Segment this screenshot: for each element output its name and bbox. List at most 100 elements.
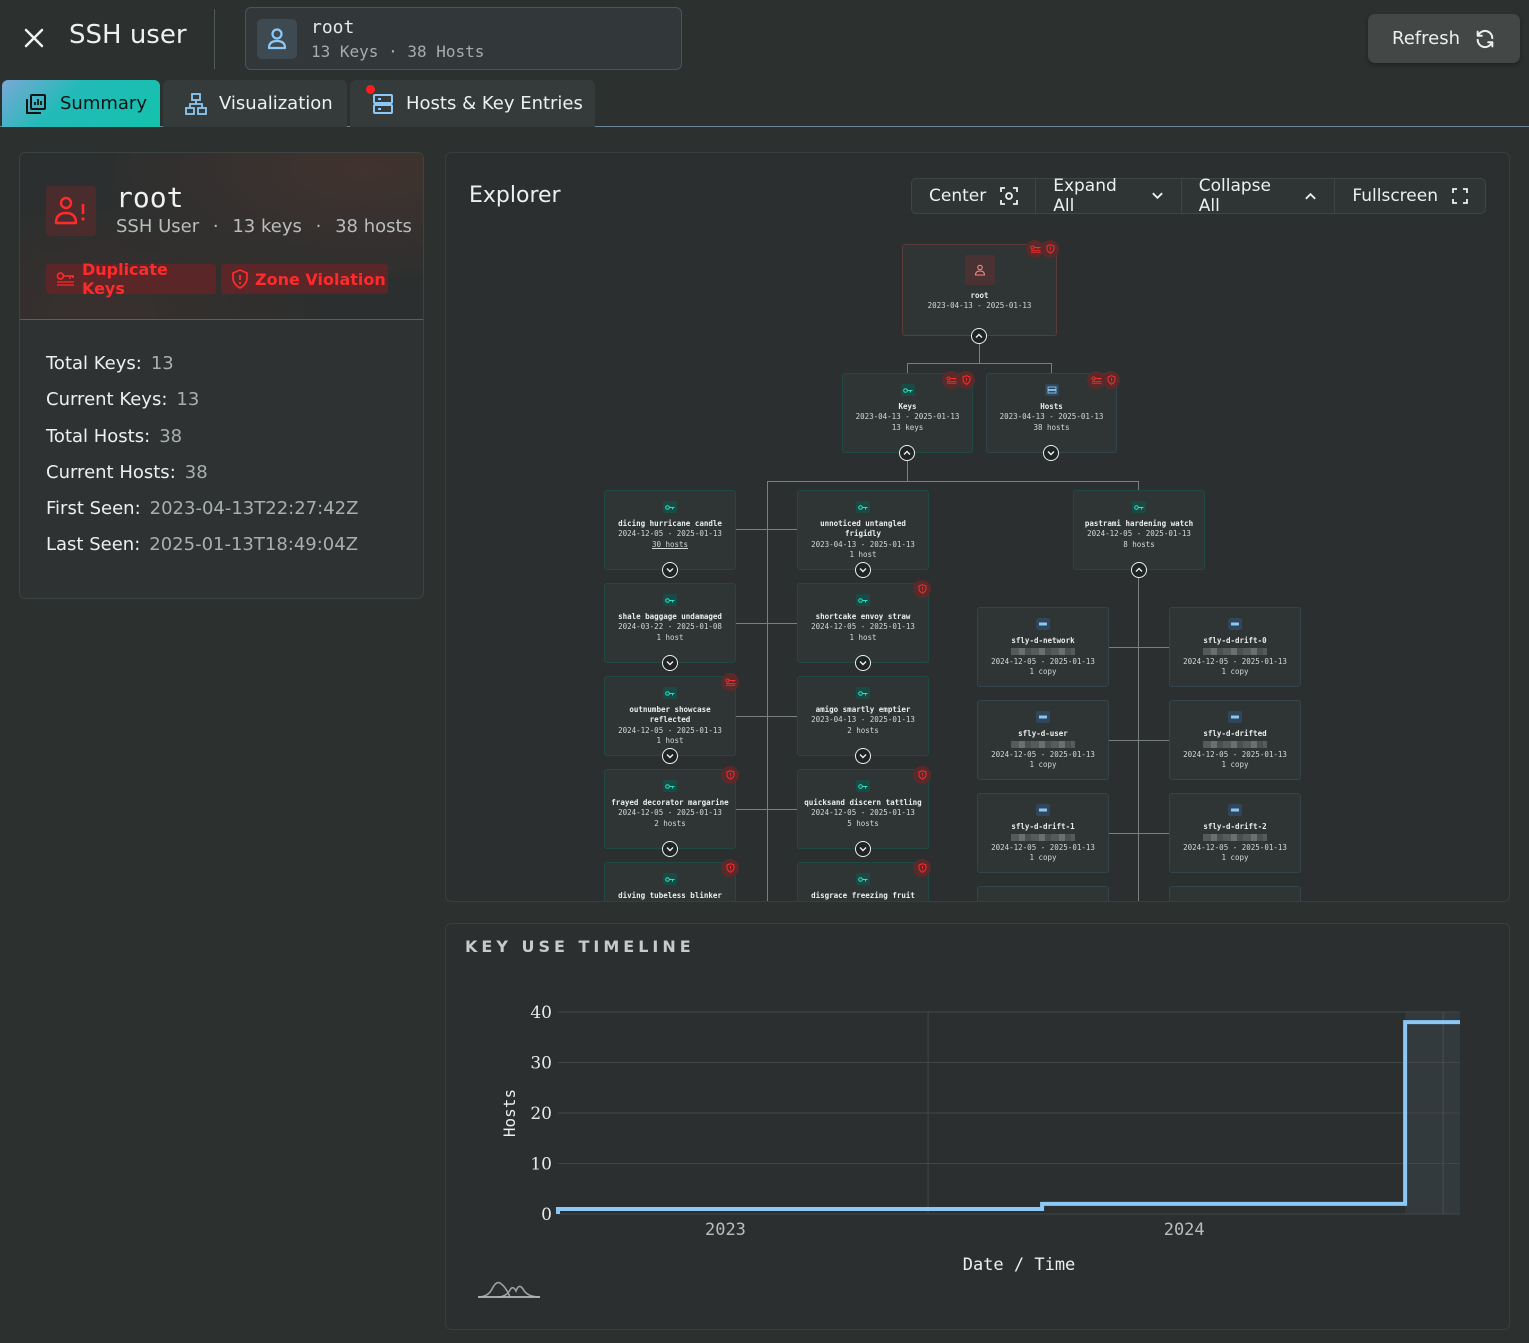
graph-edge — [907, 363, 1052, 364]
node-name: dicing hurricane candle — [618, 519, 722, 528]
expand-node-button[interactable] — [855, 655, 871, 671]
badge-label: Duplicate Keys — [81, 260, 168, 298]
stat-value: 13 — [150, 353, 174, 374]
chevron-up-icon — [903, 450, 911, 455]
key-node[interactable]: pastrami hardening watch 2024-12-05 - 202… — [1073, 490, 1205, 570]
node-count: 1 copy — [1221, 667, 1249, 677]
graph-edge — [767, 481, 768, 901]
collapse-all-button[interactable]: Collapse All — [1182, 176, 1336, 216]
key-node[interactable]: disgrace freezing fruit — [797, 862, 929, 901]
host-node[interactable]: sfly-d-drifted 2024-12-05 - 2025-01-13 1 c… — [1169, 700, 1301, 780]
expand-node-button[interactable] — [662, 655, 678, 671]
graph-edge — [736, 809, 798, 810]
zone-violation-alert — [913, 859, 931, 877]
shield-alert-icon — [918, 584, 926, 594]
tab-summary[interactable]: Summary — [2, 80, 160, 127]
host-node[interactable]: sfly-d-drift-2 2024-12-05 - 2025-01-13 1 c… — [1169, 793, 1301, 873]
node-name: shortcake envoy straw — [815, 612, 911, 621]
refresh-button[interactable]: Refresh — [1368, 14, 1520, 63]
badge-label: Zone Violation — [255, 269, 386, 289]
tab-hosts-key-entries[interactable]: Hosts & Key Entries — [350, 80, 595, 127]
chart-logo-icon — [477, 1281, 541, 1298]
shield-alert-icon — [1107, 375, 1115, 385]
host-node[interactable]: sfly-d-network 2024-12-05 - 2025-01-13 1 c… — [977, 607, 1109, 687]
node-count: 5 hosts — [847, 818, 879, 828]
x-tick-label: 2023 — [705, 1220, 746, 1240]
expand-node-button[interactable] — [662, 841, 678, 857]
expand-node-button[interactable] — [855, 841, 871, 857]
host-node[interactable]: sfly-d-user 2024-12-05 - 2025-01-13 1 copy — [977, 700, 1109, 780]
graph-edge — [1108, 740, 1170, 741]
y-tick-label: 40 — [530, 1003, 552, 1023]
key-node[interactable]: outnumber showcase reflected 2024-12-05 -… — [604, 676, 736, 756]
duplicate-keys-badge[interactable]: Duplicate Keys — [46, 260, 216, 298]
node-count: 2 hosts — [654, 818, 686, 828]
timeline-chart[interactable]: 0 10 20 30 40 2023 2024 Date / Time Hosts — [446, 924, 1511, 1331]
redacted-address — [978, 739, 1108, 749]
node-count: 2 hosts — [847, 725, 879, 735]
key-node[interactable]: dicing hurricane candle 2024-12-05 - 2025… — [604, 490, 736, 570]
series-line-hosts[interactable] — [556, 1020, 1460, 1214]
server-icon — [1228, 711, 1242, 723]
button-label: Collapse All — [1198, 176, 1271, 216]
host-node[interactable]: sfly-d-drift-1 2024-12-05 - 2025-01-13 1 c… — [977, 793, 1109, 873]
node-count[interactable]: 30 hosts — [605, 540, 735, 550]
entity-meta: 13 Keys · 38 Hosts — [311, 42, 485, 61]
stat-current-keys: Current Keys: 13 — [46, 389, 358, 425]
zone-violation-badge[interactable]: Zone Violation — [221, 264, 388, 294]
zone-violation-alert — [1041, 240, 1059, 258]
redacted-address — [978, 646, 1108, 656]
key-icon — [663, 501, 677, 513]
key-icon — [663, 687, 677, 699]
node-count: 1 host — [849, 550, 877, 560]
key-node[interactable]: unnoticed untangled frigidly 2023-04-13 -… — [797, 490, 929, 570]
server-icon — [1228, 804, 1242, 816]
host-node[interactable] — [1169, 886, 1301, 901]
shield-alert-icon — [1046, 244, 1054, 254]
tab-bar: Summary Visualization Hosts & Key Entrie… — [0, 79, 1529, 127]
expand-node-button[interactable] — [855, 748, 871, 764]
expand-all-button[interactable]: Expand All — [1036, 176, 1182, 216]
key-node[interactable]: amigo smartly emptier 2023-04-13 - 2025-0… — [797, 676, 929, 756]
expand-node-button[interactable] — [855, 562, 871, 578]
expand-node-button[interactable] — [662, 562, 678, 578]
chevron-up-icon — [1135, 567, 1143, 572]
redacted-address — [1170, 832, 1300, 842]
graph-edge — [907, 461, 908, 481]
key-icon — [856, 873, 870, 885]
key-node[interactable]: quicksand discern tattling 2024-12-05 - 2… — [797, 769, 929, 849]
chevron-down-icon — [859, 847, 867, 852]
entity-name: root — [311, 17, 355, 38]
collapse-node-button[interactable] — [1131, 562, 1147, 578]
key-node[interactable]: shale baggage undamaged 2024-03-22 - 2025… — [604, 583, 736, 663]
fullscreen-button[interactable]: Fullscreen — [1335, 179, 1485, 213]
center-button[interactable]: Center — [912, 179, 1037, 213]
key-node[interactable]: diving tubeless blinker — [604, 862, 736, 901]
key-node[interactable]: frayed decorator margarine 2024-12-05 - 2… — [604, 769, 736, 849]
stat-value: 13 — [176, 389, 200, 411]
node-name: pastrami hardening watch — [1084, 519, 1194, 528]
expand-node-button[interactable] — [662, 748, 678, 764]
graph-edge — [1108, 647, 1170, 648]
graph-canvas[interactable]: root 2023-04-13 - 2025-01-13 Keys 2023-04-1… — [446, 153, 1509, 901]
entity-chip[interactable]: root 13 Keys · 38 Hosts — [245, 7, 682, 70]
close-button[interactable] — [20, 24, 48, 52]
node-count: 1 copy — [1029, 667, 1057, 677]
key-icon — [856, 687, 870, 699]
collapse-node-button[interactable] — [971, 328, 987, 344]
node-count: 1 host — [849, 632, 877, 642]
tab-visualization[interactable]: Visualization — [163, 80, 347, 127]
node-count: 13 keys — [891, 422, 924, 432]
key-node[interactable]: shortcake envoy straw 2024-12-05 - 2025-0… — [797, 583, 929, 663]
node-count: 1 copy — [1029, 853, 1057, 863]
key-icon — [856, 501, 870, 513]
key-icon — [900, 384, 915, 396]
redacted-address — [1170, 739, 1300, 749]
collapse-node-button[interactable] — [899, 445, 915, 461]
node-dates: 2024-12-05 - 2025-01-13 — [991, 656, 1095, 666]
node-name: shale baggage undamaged — [618, 612, 722, 621]
host-node[interactable]: sfly-d-drift-0 2024-12-05 - 2025-01-13 1 c… — [1169, 607, 1301, 687]
host-node[interactable] — [977, 886, 1109, 901]
expand-node-button[interactable] — [1043, 445, 1059, 461]
shield-alert-icon — [962, 375, 970, 385]
